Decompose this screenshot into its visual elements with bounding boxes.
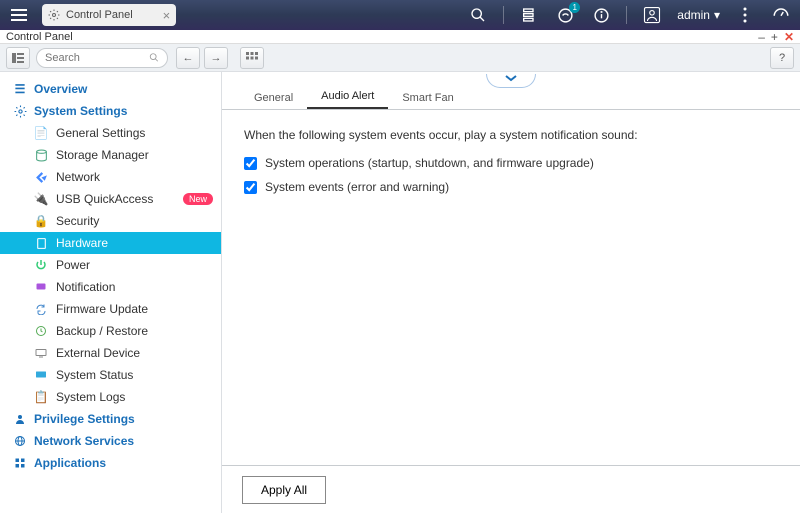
tab-label: Control Panel	[66, 9, 133, 21]
sidebar-item-notification[interactable]: Notification	[0, 276, 221, 298]
grid-view-button[interactable]	[240, 47, 264, 69]
window-title: Control Panel	[6, 31, 73, 43]
gear-icon	[48, 9, 60, 21]
checkbox-operations[interactable]	[244, 157, 257, 170]
description-text: When the following system events occur, …	[244, 128, 778, 142]
gear-icon	[12, 105, 28, 118]
sidebar-applications[interactable]: Applications	[0, 452, 221, 474]
checkbox-events[interactable]	[244, 181, 257, 194]
minimize-button[interactable]: –	[758, 30, 765, 44]
backup-icon	[32, 325, 50, 337]
storage-icon	[32, 149, 50, 162]
sidebar-network-services[interactable]: Network Services	[0, 430, 221, 452]
menu-button[interactable]	[0, 0, 38, 30]
sidebar-privilege[interactable]: Privilege Settings	[0, 408, 221, 430]
more-icon[interactable]	[734, 4, 756, 26]
expand-handle[interactable]	[486, 74, 536, 88]
usb-icon: 🔌	[32, 192, 50, 206]
network-icon	[32, 171, 50, 184]
apps-icon	[12, 457, 28, 469]
sidebar-item-usb[interactable]: 🔌USB QuickAccessNew	[0, 188, 221, 210]
app-tab[interactable]: Control Panel ×	[42, 4, 176, 26]
sidebar-item-power[interactable]: Power	[0, 254, 221, 276]
search-input[interactable]	[45, 52, 149, 64]
notification-badge: 1	[569, 2, 580, 13]
sidebar-item-firmware[interactable]: Firmware Update	[0, 298, 221, 320]
search-box[interactable]	[36, 48, 168, 68]
content-body: When the following system events occur, …	[222, 110, 800, 222]
user-icon[interactable]	[641, 4, 663, 26]
back-button[interactable]: ←	[176, 47, 200, 69]
power-icon	[32, 259, 50, 271]
close-button[interactable]: ✕	[784, 30, 794, 44]
view-toggle-button[interactable]	[6, 47, 30, 69]
sidebar-item-status[interactable]: System Status	[0, 364, 221, 386]
user-menu[interactable]: admin ▾	[677, 8, 720, 22]
logs-icon: 📋	[32, 390, 50, 404]
sidebar-item-hardware[interactable]: Hardware	[0, 232, 221, 254]
top-bar: Control Panel × 1 admin ▾	[0, 0, 800, 30]
maximize-button[interactable]: +	[771, 30, 778, 44]
doc-icon: 📄	[32, 126, 50, 140]
sidebar-item-backup[interactable]: Backup / Restore	[0, 320, 221, 342]
monitor-icon	[32, 370, 50, 380]
lock-icon: 🔒	[32, 214, 50, 228]
sidebar: ☰ Overview System Settings 📄General Sett…	[0, 72, 222, 513]
sidebar-item-logs[interactable]: 📋System Logs	[0, 386, 221, 408]
toolbar: ← → ?	[0, 44, 800, 72]
update-icon	[32, 303, 50, 315]
hardware-icon	[32, 237, 50, 250]
main-area: ☰ Overview System Settings 📄General Sett…	[0, 72, 800, 513]
tab-audio-alert[interactable]: Audio Alert	[307, 84, 388, 109]
chevron-down-icon: ▾	[714, 8, 720, 22]
bell-icon	[32, 281, 50, 293]
sidebar-item-network[interactable]: Network	[0, 166, 221, 188]
device-icon	[32, 348, 50, 358]
tab-general[interactable]: General	[240, 86, 307, 109]
sidebar-overview[interactable]: ☰ Overview	[0, 78, 221, 100]
option-system-operations[interactable]: System operations (startup, shutdown, an…	[244, 156, 778, 170]
sidebar-item-external[interactable]: External Device	[0, 342, 221, 364]
notification-icon[interactable]: 1	[554, 4, 576, 26]
content-panel: General Audio Alert Smart Fan When the f…	[222, 72, 800, 513]
info-icon[interactable]	[590, 4, 612, 26]
help-button[interactable]: ?	[770, 47, 794, 69]
sidebar-item-security[interactable]: 🔒Security	[0, 210, 221, 232]
search-glass-icon	[149, 52, 159, 63]
globe-icon	[12, 435, 28, 447]
option-system-events[interactable]: System events (error and warning)	[244, 180, 778, 194]
search-icon[interactable]	[467, 4, 489, 26]
forward-button[interactable]: →	[204, 47, 228, 69]
list-icon: ☰	[12, 82, 28, 96]
close-tab-icon[interactable]: ×	[163, 8, 171, 23]
dashboard-icon[interactable]	[770, 4, 792, 26]
tab-smart-fan[interactable]: Smart Fan	[388, 86, 467, 109]
sidebar-system-settings[interactable]: System Settings	[0, 100, 221, 122]
window-titlebar: Control Panel – + ✕	[0, 30, 800, 44]
apply-all-button[interactable]: Apply All	[242, 476, 326, 504]
sidebar-item-storage[interactable]: Storage Manager	[0, 144, 221, 166]
footer: Apply All	[222, 465, 800, 513]
person-icon	[12, 413, 28, 425]
tasks-icon[interactable]	[518, 4, 540, 26]
new-badge: New	[183, 193, 213, 205]
sidebar-item-general[interactable]: 📄General Settings	[0, 122, 221, 144]
